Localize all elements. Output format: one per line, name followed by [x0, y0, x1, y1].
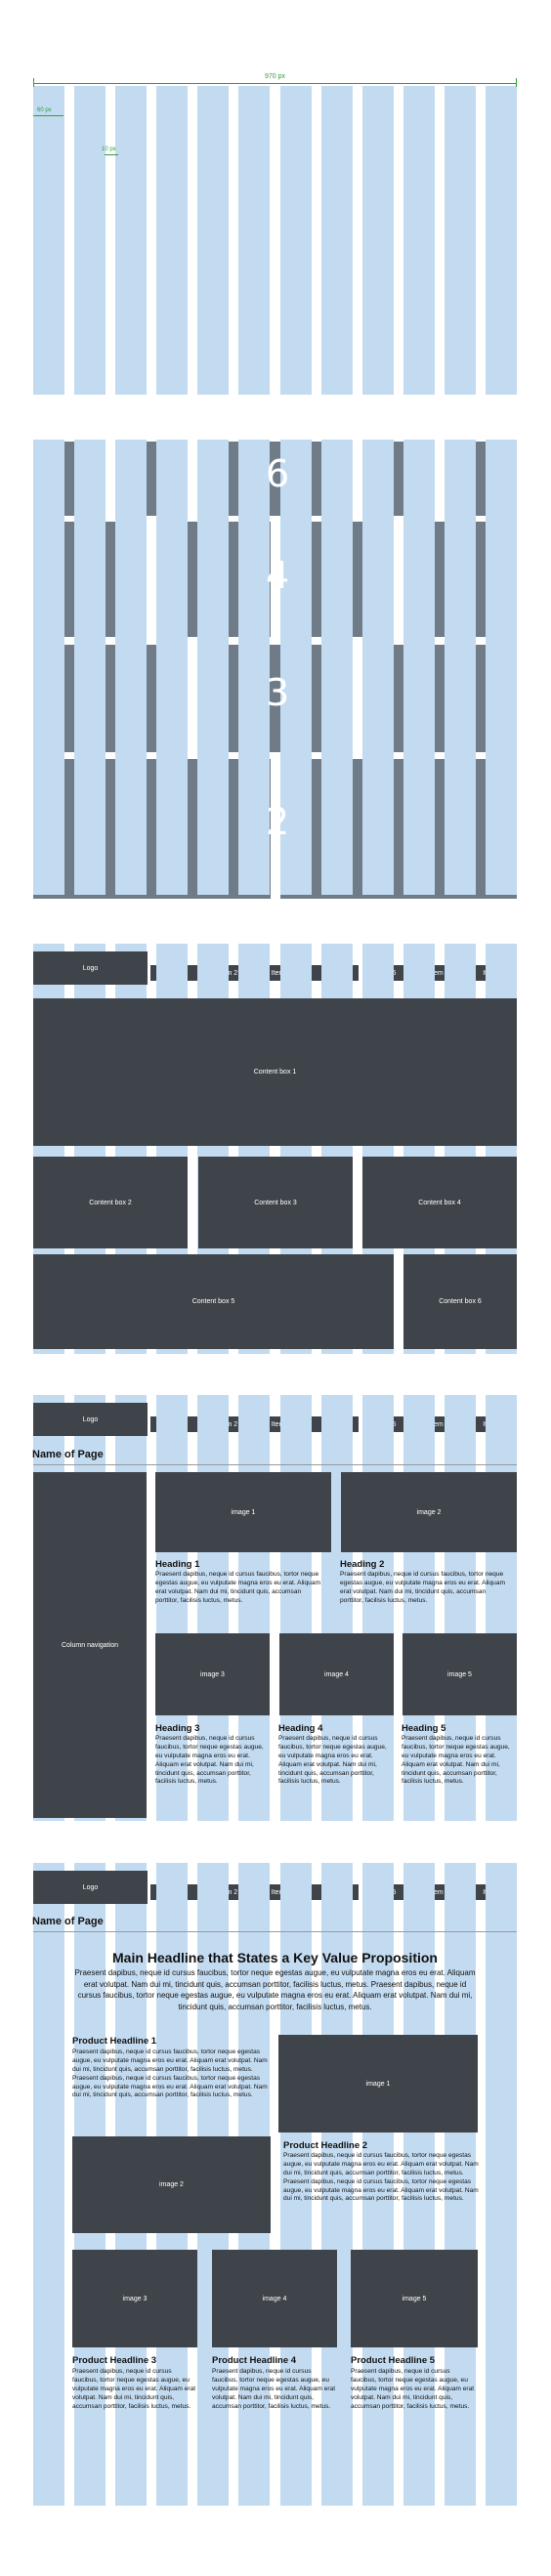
product-headline-1: Product Headline 1 [72, 2036, 157, 2047]
image-2: image 2 [341, 1472, 517, 1552]
grid-column [444, 86, 476, 395]
body-text-3: Praesent dapibus, neque id cursus faucib… [155, 1735, 264, 1786]
intro-text: Praesent dapibus, neque id cursus faucib… [74, 1968, 476, 2011]
content-box-4: Content box 4 [362, 1157, 517, 1248]
grid-column [485, 440, 517, 895]
grid-column [361, 440, 394, 895]
image-5: image 5 [403, 1633, 517, 1715]
content-box-3: Content box 3 [198, 1157, 353, 1248]
image-4: image 4 [279, 1633, 394, 1715]
content-box-2: Content box 2 [33, 1157, 188, 1248]
row-span-2: 2 [266, 800, 290, 843]
product-image-2: image 2 [72, 2136, 271, 2233]
grid-column [485, 86, 517, 395]
product-headline-3: Product Headline 3 [72, 2355, 157, 2366]
body-text-5: Praesent dapibus, neque id cursus faucib… [402, 1735, 510, 1786]
grid-column [115, 86, 148, 395]
row-span-3: 3 [266, 671, 290, 714]
grid-column [279, 86, 312, 395]
product-image-5: image 5 [351, 2250, 478, 2347]
product-text-3: Praesent dapibus, neque id cursus faucib… [72, 2368, 196, 2410]
logo[interactable]: Logo [33, 951, 148, 985]
total-width-label: 970 px [264, 73, 286, 80]
column-width-line [33, 115, 64, 116]
heading-5: Heading 5 [402, 1723, 446, 1734]
heading-1: Heading 1 [155, 1559, 200, 1570]
grid-column [156, 86, 189, 395]
heading-3: Heading 3 [155, 1723, 200, 1734]
page-title: Name of Page [32, 1916, 104, 1927]
grid-column [320, 86, 353, 395]
grid-column [74, 86, 106, 395]
product-text-1: Praesent dapibus, neque id cursus faucib… [72, 2048, 268, 2099]
product-headline-5: Product Headline 5 [351, 2355, 436, 2366]
grid-column [74, 440, 106, 895]
image-3: image 3 [155, 1633, 270, 1715]
grid-column [403, 440, 435, 895]
product-text-4: Praesent dapibus, neque id cursus faucib… [212, 2368, 336, 2410]
grid-column [361, 86, 394, 395]
grid-column [444, 440, 476, 895]
heading-2: Heading 2 [340, 1559, 385, 1570]
product-image-1: image 1 [278, 2035, 478, 2133]
image-1: image 1 [155, 1472, 331, 1552]
gutter-width-label: 10 px [102, 147, 116, 152]
grid-column [156, 440, 189, 895]
grid-column [238, 86, 271, 395]
heading-4: Heading 4 [278, 1723, 323, 1734]
product-text-5: Praesent dapibus, neque id cursus faucib… [351, 2368, 475, 2410]
span-block [279, 759, 517, 899]
logo[interactable]: Logo [33, 1403, 148, 1436]
logo[interactable]: Logo [33, 1871, 148, 1904]
product-text-2: Praesent dapibus, neque id cursus faucib… [283, 2152, 479, 2203]
body-text-4: Praesent dapibus, neque id cursus faucib… [278, 1735, 387, 1786]
main-headline: Main Headline that States a Key Value Pr… [112, 1950, 438, 1965]
column-navigation[interactable]: Column navigation [33, 1472, 147, 1818]
product-headline-4: Product Headline 4 [212, 2355, 297, 2366]
grid-column [115, 440, 148, 895]
total-width-measure: 970 px [33, 73, 517, 88]
grid-column [197, 440, 230, 895]
span-block [33, 759, 271, 899]
grid-column [320, 440, 353, 895]
divider [33, 1464, 517, 1465]
body-text-1: Praesent dapibus, neque id cursus faucib… [155, 1571, 320, 1604]
grid-column [33, 440, 65, 895]
column-width-label: 60 px [37, 107, 52, 113]
grid-column [403, 86, 435, 395]
product-image-4: image 4 [212, 2250, 337, 2347]
divider [33, 1931, 517, 1932]
row-span-6: 6 [266, 452, 290, 495]
content-box-5: Content box 5 [33, 1254, 394, 1349]
content-box-1: Content box 1 [33, 998, 517, 1146]
product-image-3: image 3 [72, 2250, 197, 2347]
product-headline-2: Product Headline 2 [283, 2140, 368, 2151]
row-span-4: 4 [266, 554, 290, 597]
gutter-width-line [105, 154, 118, 155]
content-box-6: Content box 6 [403, 1254, 517, 1349]
body-text-2: Praesent dapibus, neque id cursus faucib… [340, 1571, 505, 1604]
page-title: Name of Page [32, 1449, 104, 1460]
grid-column [197, 86, 230, 395]
grid-column [33, 86, 65, 395]
